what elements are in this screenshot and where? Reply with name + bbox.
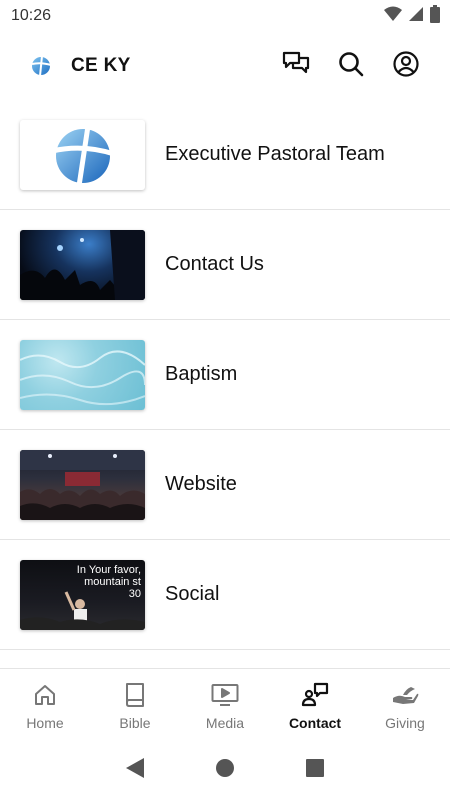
nav-label: Bible <box>119 715 151 731</box>
list-item-executive-pastoral-team[interactable]: Executive Pastoral Team <box>0 100 450 210</box>
social-caption-line: mountain st <box>84 575 141 588</box>
nav-label: Home <box>26 715 64 731</box>
nav-label: Media <box>205 715 245 731</box>
app-title: CE KY <box>71 55 131 76</box>
social-thumbnail: In Your favor, mountain st 30 <box>20 559 145 630</box>
recents-icon <box>305 758 325 783</box>
executive-pastoral-team-thumbnail <box>20 119 145 190</box>
status-bar: 10:26 <box>0 0 450 32</box>
nav-item-media[interactable]: Media <box>180 669 270 740</box>
list-item-label: Contact Us <box>165 253 264 275</box>
account-icon <box>393 50 419 82</box>
church-logo-icon <box>50 125 115 186</box>
social-thumbnail-caption: In Your favor, mountain st 30 <box>77 564 141 600</box>
nav-label: Contact <box>288 715 342 731</box>
back-icon <box>125 757 145 784</box>
baptism-thumbnail <box>20 339 145 410</box>
list-item-baptism[interactable]: Baptism <box>0 320 450 430</box>
chat-icon <box>282 51 310 82</box>
nav-label: Giving <box>385 715 425 731</box>
status-time: 10:26 <box>11 7 52 24</box>
list-item-label: Baptism <box>165 363 238 385</box>
header-actions <box>280 50 422 82</box>
search-icon <box>338 51 364 82</box>
contact-list: Executive Pastoral Team Contact Us Bapti… <box>0 100 450 668</box>
list-item-label: Social <box>165 583 220 605</box>
battery-icon <box>430 4 440 28</box>
list-item-website[interactable]: Website <box>0 430 450 540</box>
website-thumbnail <box>20 449 145 520</box>
list-item-social[interactable]: In Your favor, mountain st 30 Social <box>0 540 450 650</box>
contact-us-thumbnail <box>20 229 145 300</box>
nav-item-home[interactable]: Home <box>0 669 90 740</box>
nav-item-giving[interactable]: Giving <box>360 669 450 740</box>
bottom-navigation: Home Bible Media Contact Giving <box>0 668 450 740</box>
home-icon <box>31 681 59 709</box>
account-button[interactable] <box>390 50 422 82</box>
media-icon <box>211 681 239 709</box>
church-logo-icon <box>28 53 54 79</box>
book-icon <box>121 681 149 709</box>
nav-item-bible[interactable]: Bible <box>90 669 180 740</box>
cellular-signal-icon <box>408 6 424 27</box>
chat-button[interactable] <box>280 50 312 82</box>
home-circle-icon <box>215 758 235 783</box>
recents-button[interactable] <box>302 757 328 783</box>
giving-icon <box>391 681 419 709</box>
back-button[interactable] <box>122 757 148 783</box>
wifi-icon <box>384 6 402 27</box>
system-navigation-bar <box>0 740 450 800</box>
list-item-contact-us[interactable]: Contact Us <box>0 210 450 320</box>
list-item-label: Website <box>165 473 237 495</box>
app-header: CE KY <box>0 32 450 100</box>
social-caption-line: 30 <box>128 587 141 600</box>
search-button[interactable] <box>335 50 367 82</box>
list-item-label: Executive Pastoral Team <box>165 143 385 165</box>
social-caption-line: In Your favor, <box>76 563 141 576</box>
home-system-button[interactable] <box>212 757 238 783</box>
contact-icon <box>301 681 329 709</box>
nav-item-contact[interactable]: Contact <box>270 669 360 740</box>
status-icons <box>384 4 440 28</box>
